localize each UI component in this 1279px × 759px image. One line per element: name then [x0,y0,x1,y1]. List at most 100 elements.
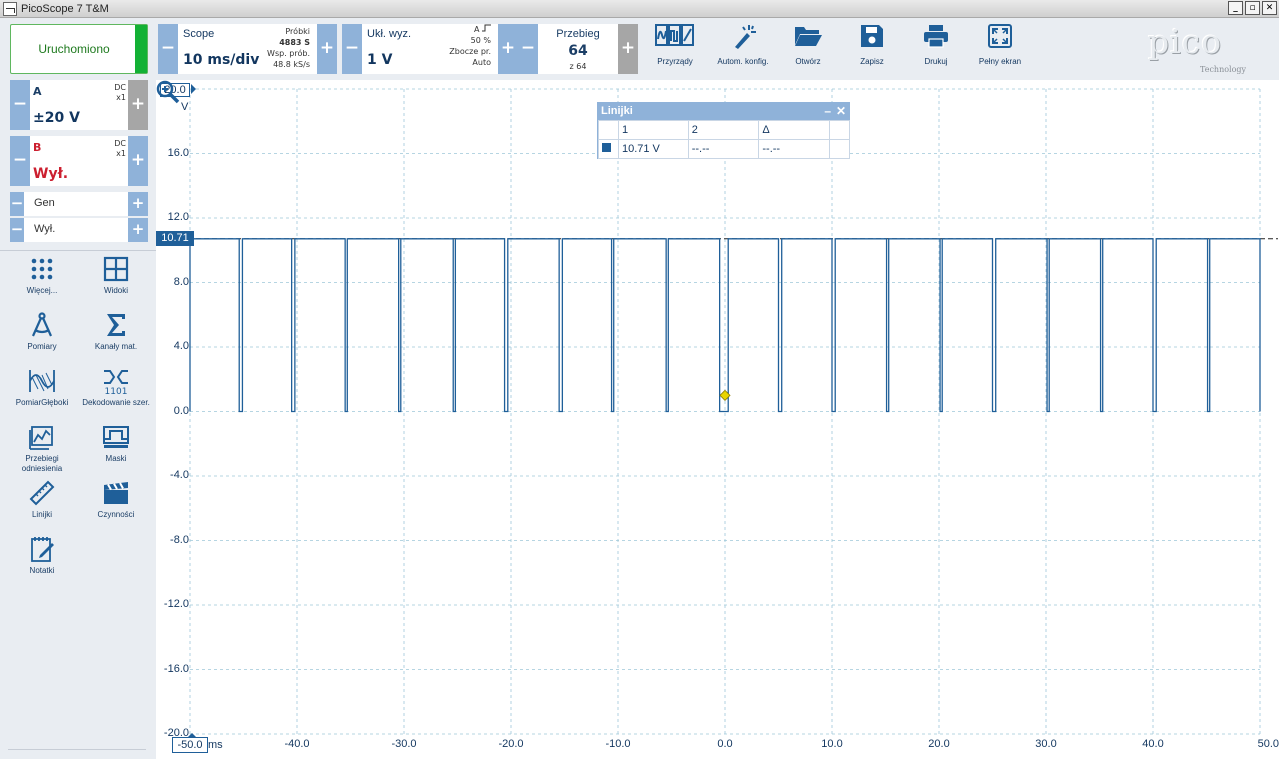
x-axis-min-box[interactable]: -50.0 [172,737,208,753]
x-tick-label: 0.0 [717,738,733,750]
tool-serial-decoding[interactable]: 1101 Dekodowanie szer. [78,367,154,408]
save-icon [861,25,883,47]
run-indicator [135,25,147,73]
pico-logo: pico Technology [1148,22,1266,78]
channel-b-range[interactable]: Wył. [33,166,68,182]
trigger-decrease-button[interactable]: − [342,24,362,74]
buffer-current[interactable]: 64 [538,43,618,59]
generator-state-minus-button[interactable]: − [10,218,24,242]
tool-grid: Więcej... Widoki Pomiary Kanały mat. Pom… [0,250,156,575]
channel-b-range-up-button[interactable]: + [128,136,148,186]
timebase-value[interactable]: 10 ms/div [183,52,259,68]
x-tick-label: -40.0 [284,738,310,750]
rulers-value-2: --.-- [687,139,760,159]
buffer-total: z 64 [569,62,587,71]
channel-b-range-down-button[interactable]: − [10,136,30,186]
logo-wordmark: pico [1148,22,1223,61]
channel-a-name[interactable]: A [33,85,42,98]
y-axis-unit: V [181,101,189,113]
scope-plot[interactable]: 20.0 V 16.0 12.0 8.0 4.0 0.0 -4.0 -8.0 -12.0 -16… [156,80,1279,759]
tool-measurements[interactable]: Pomiary [4,311,80,352]
instruments-button[interactable]: Przyrządy [640,23,710,66]
fullscreen-button[interactable]: Pełny ekran [965,23,1035,66]
tool-notes[interactable]: Notatki [4,535,80,576]
trigger-increase-button[interactable]: + [498,24,518,74]
rulers-header-1: 1 [617,120,689,140]
minimize-button[interactable]: _ [1228,1,1243,15]
channel-a-range[interactable]: ±20 V [33,110,80,126]
views-grid-icon [103,256,129,282]
tool-rulers[interactable]: Linijki [4,479,80,520]
tool-reference-waveforms[interactable]: Przebiegi odniesienia [4,423,80,474]
y-axis-arrow-top [191,84,196,94]
more-dots-icon [31,258,53,280]
generator-plus-button[interactable]: + [128,192,148,216]
left-panel: Uruchomiono − A DC x1 ±20 V + − B DC x1 Wy… [0,18,156,759]
channel-a-coupling: DC x1 [114,83,126,102]
svg-text:1101: 1101 [105,387,128,395]
timebase-decrease-button[interactable]: − [158,24,178,74]
open-button[interactable]: Otwórz [773,23,843,66]
restore-button[interactable]: ▫ [1245,1,1260,15]
x-tick-label: 10.0 [821,738,843,750]
serial-decode-icon: 1101 [104,370,128,395]
trigger-level[interactable]: 1 V [367,52,392,68]
rulers-header-swatch [598,120,619,140]
tool-notes-label: Notatki [29,566,55,575]
timebase-mode-label[interactable]: Scope [183,28,214,40]
rulers-row-a: 10.71 V --.-- --.-- [598,139,850,159]
rulers-value-1: 10.71 V [617,139,689,159]
rulers-table: 1 2 Δ 10.71 V --.-- --.-- [598,120,850,159]
channel-a-control: − A DC x1 ±20 V + [10,80,148,130]
tool-masks[interactable]: Maski [78,423,154,464]
buffer-previous-button[interactable]: − [518,24,538,74]
channel-b-name[interactable]: B [33,141,41,154]
tool-more[interactable]: Więcej... [4,255,80,296]
ruler-icon [29,480,55,506]
tool-math-channels[interactable]: Kanały mat. [78,311,154,352]
instruments-icon [655,24,694,46]
tool-views-label: Widoki [103,286,128,295]
tool-actions[interactable]: Czynności [78,479,154,520]
tool-measurements-label: Pomiary [27,342,57,351]
rulers-window-header[interactable]: Linijki – ✕ [598,103,849,120]
trigger-label[interactable]: Ukł. wyz. [367,28,411,40]
fullscreen-label: Pełny ekran [978,57,1022,66]
mask-icon [103,426,129,448]
generator-label[interactable]: Gen [34,197,55,209]
samples-info[interactable]: Próbki 4883 S Wsp. prób. 48.8 kS/s [267,26,310,70]
zoom-icon[interactable] [156,80,180,104]
tool-deep-measure[interactable]: PomiarGłęboki [4,367,80,408]
x-tick-label: -20.0 [498,738,524,750]
y-tick-label: 4.0 [173,340,189,352]
folder-open-icon [795,27,822,46]
rulers-close-button[interactable]: ✕ [836,103,846,120]
tool-more-label: Więcej... [26,286,58,295]
auto-setup-button[interactable]: Autom. konfig. [708,23,778,66]
close-button[interactable]: ✕ [1262,1,1277,15]
buffer-next-button[interactable]: + [618,24,638,74]
generator-state-plus-button[interactable]: + [128,218,148,242]
x-tick-label: 50.0 [1257,738,1279,750]
generator-state-label[interactable]: Wył. [34,223,55,235]
tool-actions-label: Czynności [97,510,135,519]
reference-waveform-icon [29,426,53,450]
buffer-navigator: − Przebieg 64 z 64 + [518,24,638,74]
save-button[interactable]: Zapisz [837,23,907,66]
y-tick-label: 0.0 [173,404,189,417]
print-button[interactable]: Drukuj [901,23,971,66]
y-tick-label: 12.0 [167,211,189,223]
ruler-handle[interactable]: 10.71 [156,230,194,246]
timebase-increase-button[interactable]: + [317,24,337,74]
x-tick-label: -10.0 [605,738,631,750]
tool-deep-measure-label: PomiarGłęboki [15,398,69,407]
channel-a-range-down-button[interactable]: − [10,80,30,130]
trigger-settings[interactable]: A 50 % Zbocze pr. Auto [449,24,491,68]
tool-views[interactable]: Widoki [78,255,154,296]
buffer-label: Przebieg [556,28,600,40]
waveform-canvas[interactable] [156,80,1279,759]
channel-a-range-up-button[interactable]: + [128,80,148,130]
generator-minus-button[interactable]: − [10,192,24,216]
rulers-minimize-button[interactable]: – [824,103,831,120]
run-stop-button[interactable]: Uruchomiono [10,24,148,74]
